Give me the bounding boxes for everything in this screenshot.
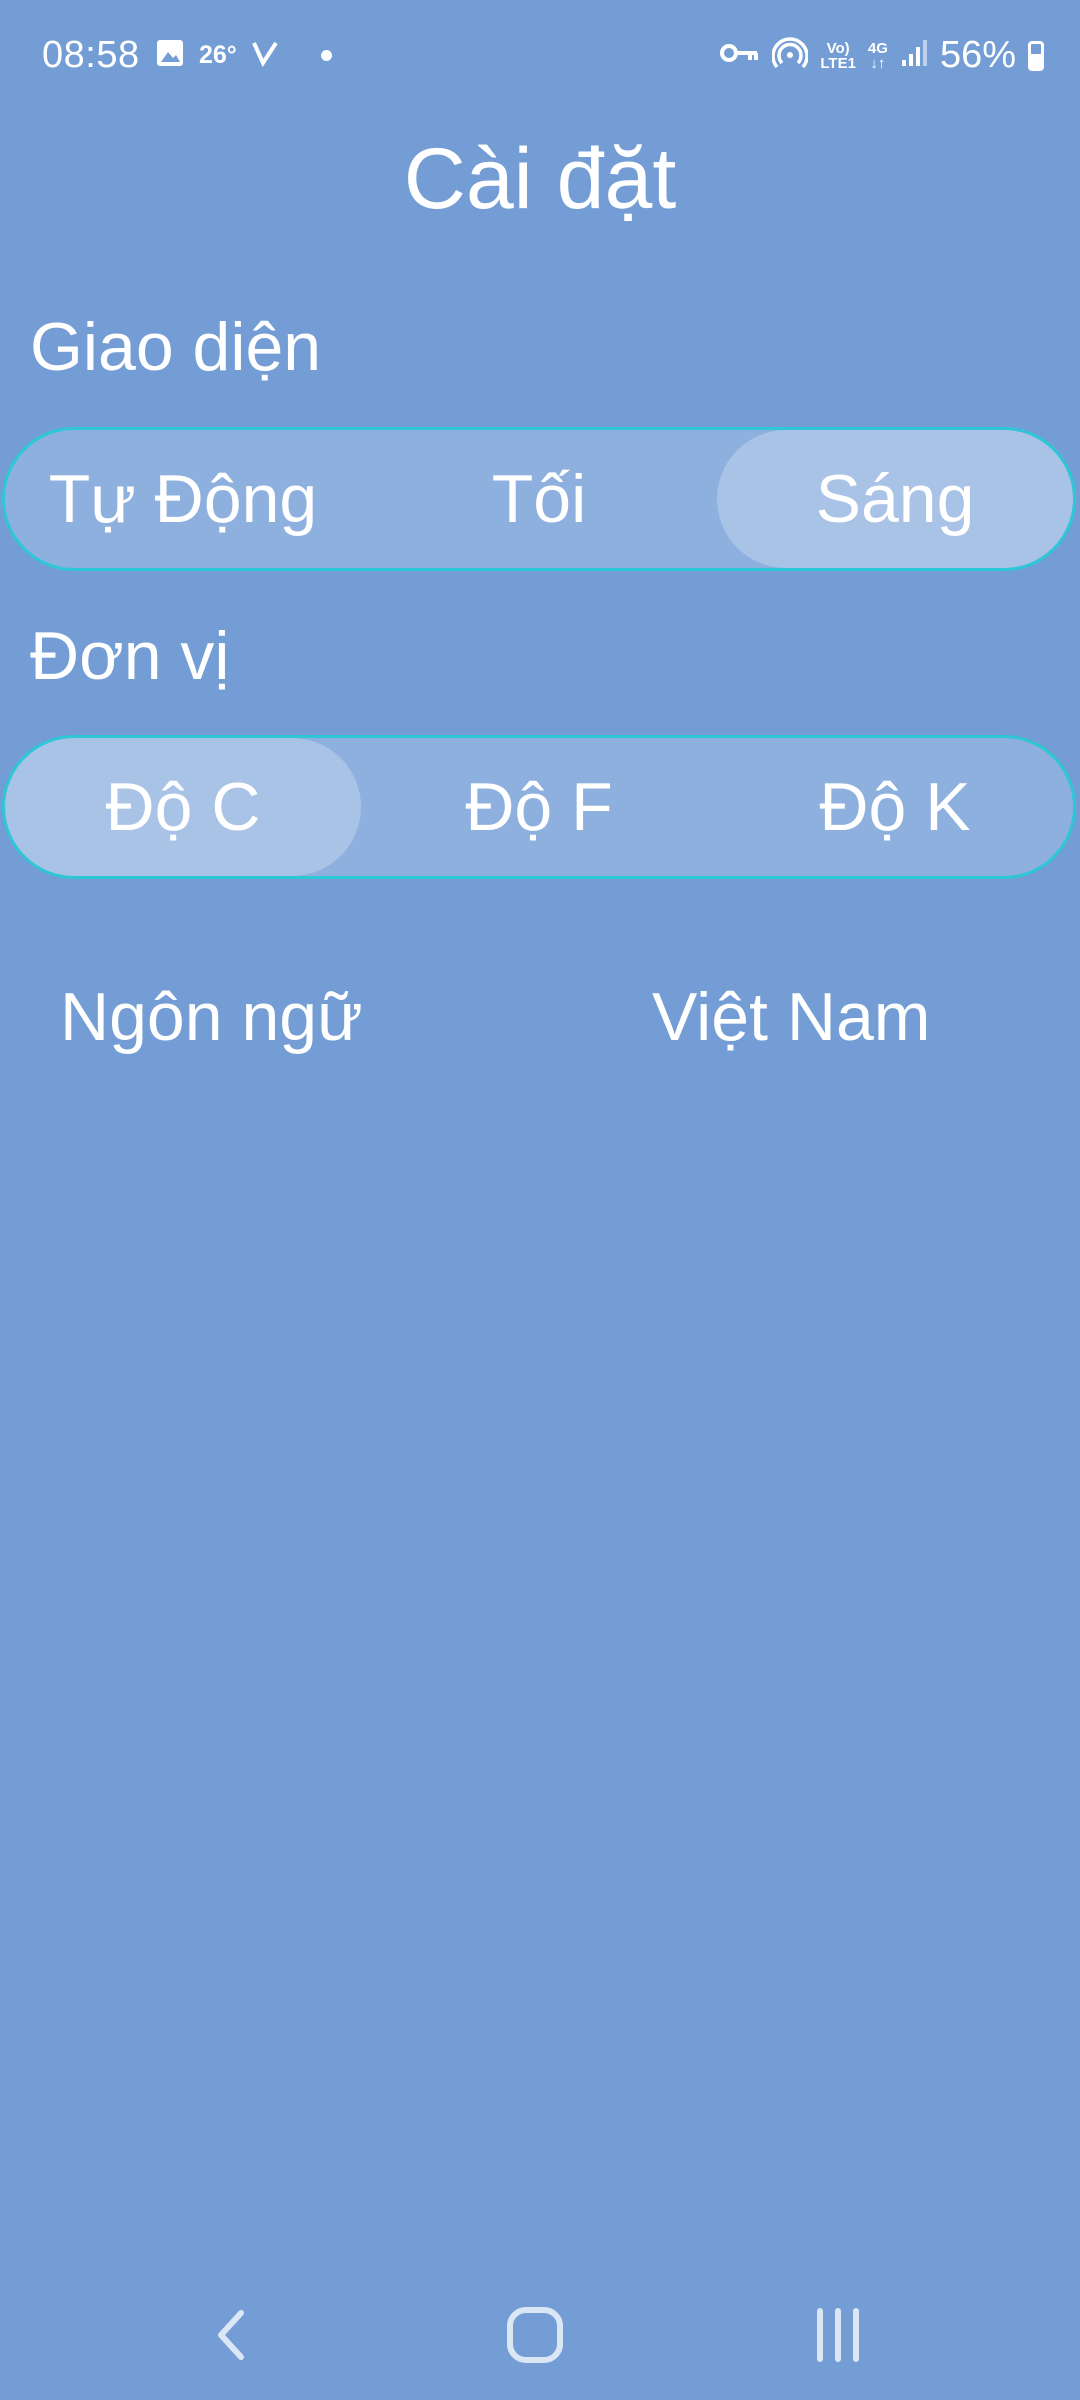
back-button[interactable] bbox=[182, 2300, 282, 2370]
unit-option-celsius[interactable]: Độ C bbox=[5, 738, 361, 876]
battery-icon bbox=[1028, 40, 1044, 71]
status-temperature: 26° bbox=[199, 41, 237, 69]
network-type-indicator: 4G ↓↑ bbox=[867, 39, 888, 72]
recents-icon bbox=[817, 2308, 859, 2362]
unit-section-label: Đơn vị bbox=[30, 618, 230, 694]
volte-indicator: Vo) LTE1 bbox=[820, 39, 856, 72]
recents-button[interactable] bbox=[788, 2300, 888, 2370]
theme-section-label: Giao diện bbox=[30, 309, 322, 385]
signal-icon bbox=[900, 38, 928, 73]
page-title: Cài đặt bbox=[403, 131, 677, 227]
unit-option-fahrenheit[interactable]: Độ F bbox=[361, 738, 717, 876]
language-label: Ngôn ngữ bbox=[60, 979, 363, 1055]
v-app-icon bbox=[251, 39, 279, 72]
theme-option-dark[interactable]: Tối bbox=[361, 430, 717, 568]
status-bar: 08:58 26° Vo) LTE1 4G ↓↑ 56% bbox=[0, 0, 1080, 120]
theme-option-light[interactable]: Sáng bbox=[717, 430, 1073, 568]
home-icon bbox=[507, 2307, 563, 2363]
language-value[interactable]: Việt Nam bbox=[652, 978, 930, 1056]
gallery-icon bbox=[155, 38, 185, 73]
theme-option-auto[interactable]: Tự Động bbox=[5, 430, 361, 568]
unit-option-kelvin[interactable]: Độ K bbox=[717, 738, 1073, 876]
navigation-bar bbox=[0, 2270, 1080, 2400]
back-icon bbox=[218, 2310, 244, 2360]
status-right-icons: Vo) LTE1 4G ↓↑ 56% bbox=[720, 34, 1044, 77]
home-button[interactable] bbox=[485, 2300, 585, 2370]
status-left-icons: 26° bbox=[155, 38, 332, 73]
battery-percent: 56% bbox=[939, 34, 1016, 76]
notification-dot-icon bbox=[320, 50, 332, 61]
status-time: 08:58 bbox=[42, 34, 140, 76]
hotspot-icon bbox=[771, 36, 810, 75]
vpn-key-icon bbox=[720, 41, 760, 70]
unit-segmented-control[interactable]: Độ C Độ F Độ K bbox=[2, 735, 1076, 879]
theme-segmented-control[interactable]: Tự Động Tối Sáng bbox=[2, 427, 1076, 571]
language-row[interactable]: Ngôn ngữ Việt Nam bbox=[0, 978, 1080, 1078]
